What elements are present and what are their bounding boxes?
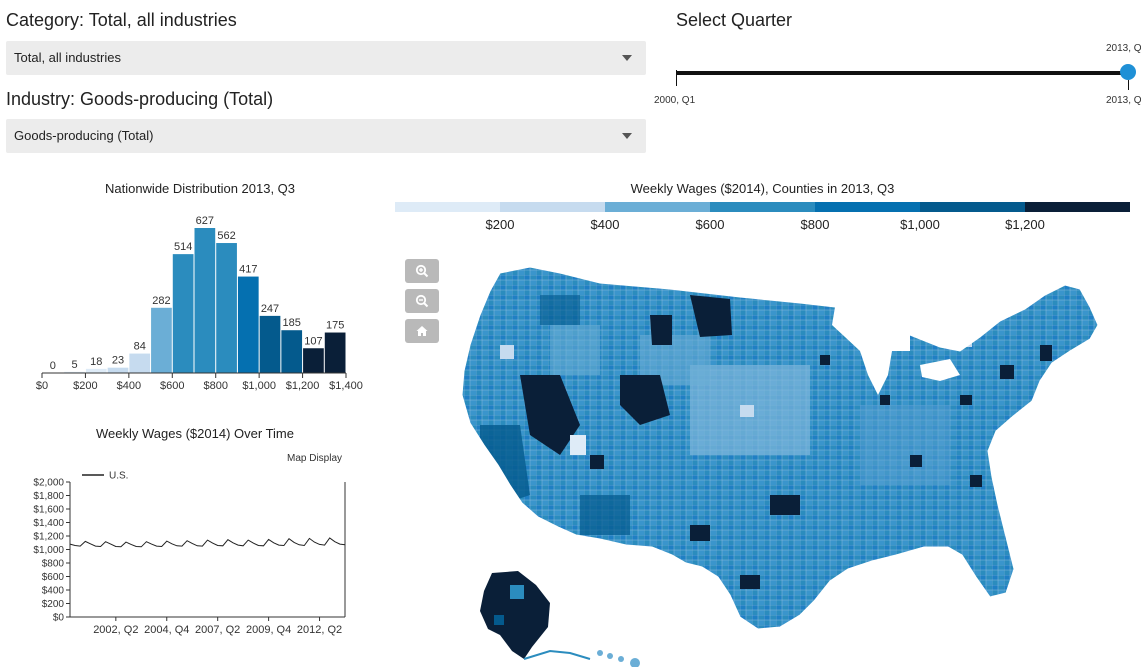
slider-max-label-top: 2013, Q	[1106, 43, 1141, 54]
chevron-down-icon	[622, 55, 632, 61]
timeseries-y-tick-label: $600	[42, 572, 65, 583]
legend-label: $800	[801, 217, 830, 232]
legend-label: $400	[591, 217, 620, 232]
zoom-in-button[interactable]	[405, 259, 439, 283]
timeseries-x-tick-label: 2009, Q4	[246, 624, 291, 636]
legend-label: $600	[696, 217, 725, 232]
histogram-bar-label: 562	[217, 230, 235, 242]
histogram-x-tick-label: $800	[203, 380, 227, 392]
zoom-out-button[interactable]	[405, 289, 439, 313]
timeseries-x-tick-label: 2002, Q2	[93, 624, 138, 636]
histogram-bar	[324, 332, 346, 373]
histogram-bar	[172, 254, 194, 373]
timeseries-y-tick-label: $800	[42, 559, 65, 570]
industry-select-value: Goods-producing (Total)	[14, 128, 154, 143]
slider-min-tick	[676, 70, 677, 86]
legend-swatch	[1025, 202, 1130, 212]
category-heading: Category: Total, all industries	[6, 10, 237, 30]
slider-min-label: 2000, Q1	[654, 95, 696, 106]
legend-swatch	[710, 202, 815, 212]
industry-select[interactable]: Goods-producing (Total)	[6, 119, 646, 153]
select-quarter-heading: Select Quarter	[676, 10, 793, 30]
category-select-value: Total, all industries	[14, 50, 121, 65]
histogram-bar-label: 185	[283, 317, 301, 329]
timeseries-x-tick-label: 2012, Q2	[297, 624, 342, 636]
quarter-slider-track[interactable]	[676, 71, 1128, 75]
slider-max-tick	[1128, 80, 1129, 90]
histogram-bar	[237, 276, 259, 373]
timeseries-chart: $2,000 $1,800 $1,600 $1,400 $1,200 $1,000 $800…	[33, 471, 346, 636]
legend-label: $1,200	[1005, 217, 1045, 232]
timeseries-y-tick-label: $1,600	[33, 505, 64, 516]
histogram-bar-label: 23	[112, 355, 124, 367]
histogram-bar-label: 84	[134, 341, 146, 353]
histogram-bar	[259, 315, 281, 373]
histogram-bar	[216, 243, 237, 373]
category-select[interactable]: Total, all industries	[6, 41, 646, 75]
histogram-bar-label: 514	[174, 241, 192, 253]
county-choropleth-map[interactable]	[440, 255, 1140, 667]
histogram-bar-label: 175	[326, 320, 344, 332]
slider-max-label-bottom: 2013, Q	[1106, 95, 1141, 106]
histogram-bar-label: 282	[152, 295, 170, 307]
histogram-x-tick-label: $1,400	[329, 380, 363, 392]
home-button[interactable]	[405, 319, 439, 343]
legend-swatch	[815, 202, 920, 212]
histogram-bar	[85, 368, 107, 373]
histogram-bar	[281, 330, 303, 373]
alaska-peninsula	[523, 649, 591, 660]
histogram-x-tick-label: $1,200	[286, 380, 320, 392]
histogram-x-tick-label: $1,000	[242, 380, 276, 392]
histogram-chart: 0 5 18 23 84 282 514 627562 417 247 185107 175 $0 $20…	[36, 215, 363, 392]
legend-label: $200	[486, 217, 515, 232]
home-icon	[416, 326, 428, 336]
legend-swatch	[395, 202, 500, 212]
histogram-x-tick-label: $200	[73, 380, 97, 392]
histogram-bar-label: 18	[90, 356, 102, 368]
hawaii	[597, 650, 640, 667]
legend-swatch	[920, 202, 1025, 212]
histogram-x-tick-label: $600	[160, 380, 184, 392]
timeseries-x-tick-label: 2004, Q4	[144, 624, 189, 636]
timeseries-legend-label: U.S.	[109, 471, 128, 482]
histogram-bar	[129, 353, 151, 373]
alaska	[480, 571, 550, 659]
histogram-x-tick-label: $400	[117, 380, 141, 392]
histogram-bar-label: 5	[72, 359, 78, 371]
histogram-bar-label: 247	[261, 303, 279, 315]
legend-swatch	[500, 202, 605, 212]
timeseries-y-tick-label: $1,000	[33, 545, 64, 556]
histogram-bar-label: 107	[304, 335, 322, 347]
timeseries-x-tick-label: 2007, Q2	[195, 624, 240, 636]
timeseries-y-tick-label: $200	[42, 599, 65, 610]
timeseries-y-tick-label: $0	[53, 613, 65, 624]
legend-label: $1,000	[900, 217, 940, 232]
legend-swatch	[605, 202, 710, 212]
timeseries-y-tick-label: $1,400	[33, 518, 64, 529]
color-legend: $200 $400 $600 $800 $1,000 $1,200	[395, 202, 1130, 232]
histogram-title: Nationwide Distribution 2013, Q3	[104, 181, 296, 196]
industry-heading: Industry: Goods-producing (Total)	[6, 89, 274, 109]
timeseries-y-tick-label: $400	[42, 586, 65, 597]
zoom-in-icon	[415, 264, 429, 278]
timeseries-y-tick-label: $1,200	[33, 532, 64, 543]
histogram-bar	[303, 348, 324, 373]
histogram-bar	[107, 367, 129, 373]
chevron-down-icon	[622, 133, 632, 139]
histogram-bar	[151, 307, 172, 373]
timeseries-title: Weekly Wages ($2014) Over Time	[96, 426, 294, 441]
histogram-x-tick-label: $0	[36, 380, 48, 392]
histogram-bar	[194, 228, 216, 373]
zoom-out-icon	[415, 294, 429, 308]
histogram-bar-label: 0	[50, 360, 56, 372]
timeseries-y-tick-label: $2,000	[33, 478, 64, 489]
histogram-bar-label: 417	[239, 264, 257, 276]
timeseries-line-us	[69, 537, 346, 548]
histogram-bar-label: 627	[196, 215, 214, 227]
legend-title: Weekly Wages ($2014), Counties in 2013, …	[630, 181, 895, 196]
timeseries-y-tick-label: $1,800	[33, 491, 64, 502]
quarter-slider-handle[interactable]	[1120, 64, 1136, 80]
